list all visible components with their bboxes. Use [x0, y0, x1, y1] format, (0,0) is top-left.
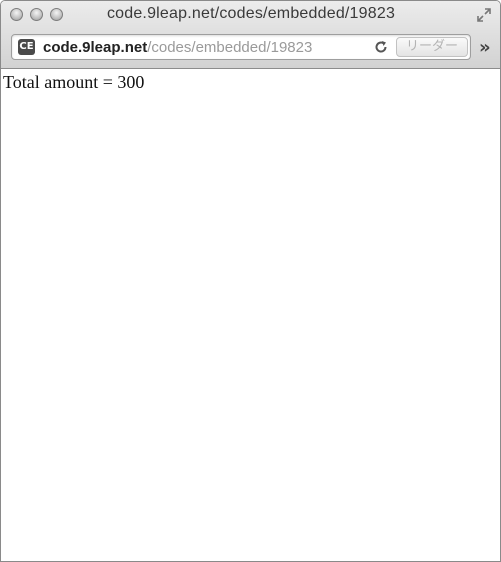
title-bar: code.9leap.net/codes/embedded/19823 CE c…	[1, 1, 500, 69]
address-bar[interactable]: CE code.9leap.net/codes/embedded/19823 リ…	[11, 34, 471, 60]
close-window-button[interactable]	[10, 8, 23, 21]
page-content: Total amount = 300	[1, 69, 500, 561]
minimize-window-button[interactable]	[30, 8, 43, 21]
toolbar-overflow-icon[interactable]: »	[479, 37, 491, 58]
url-text[interactable]: code.9leap.net/codes/embedded/19823	[43, 39, 312, 56]
browser-window: code.9leap.net/codes/embedded/19823 CE c…	[0, 0, 501, 562]
window-title: code.9leap.net/codes/embedded/19823	[106, 5, 396, 22]
reader-button[interactable]: リーダー	[396, 37, 468, 57]
site-favicon-icon: CE	[18, 39, 35, 55]
total-amount-text: Total amount = 300	[3, 72, 145, 92]
url-path: /codes/embedded/19823	[147, 39, 313, 56]
window-controls	[10, 8, 63, 21]
fullscreen-icon[interactable]	[476, 7, 492, 23]
url-host: code.9leap.net	[43, 39, 148, 56]
reload-icon[interactable]	[372, 38, 390, 56]
